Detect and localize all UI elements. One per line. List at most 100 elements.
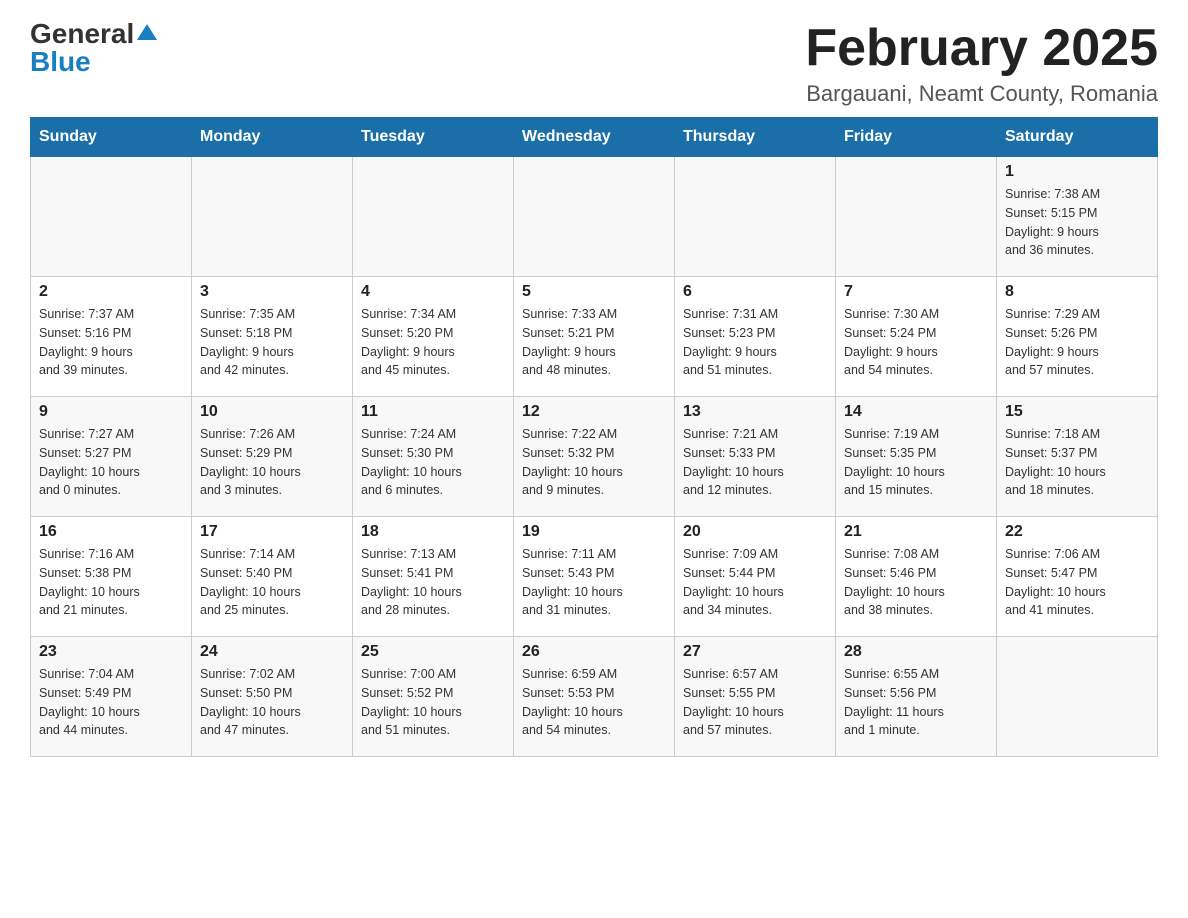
- calendar-table: SundayMondayTuesdayWednesdayThursdayFrid…: [30, 117, 1158, 757]
- calendar-cell: 25Sunrise: 7:00 AM Sunset: 5:52 PM Dayli…: [353, 637, 514, 757]
- calendar-cell: 17Sunrise: 7:14 AM Sunset: 5:40 PM Dayli…: [192, 517, 353, 637]
- day-number: 8: [1005, 283, 1149, 301]
- weekday-tuesday: Tuesday: [353, 118, 514, 157]
- weekday-header-row: SundayMondayTuesdayWednesdayThursdayFrid…: [31, 118, 1158, 157]
- day-number: 15: [1005, 403, 1149, 421]
- day-info: Sunrise: 7:09 AM Sunset: 5:44 PM Dayligh…: [683, 545, 827, 620]
- calendar-cell: 13 Sunrise: 7:21 AM Sunset: 5:33 PM Dayli…: [675, 397, 836, 517]
- day-number: 27: [683, 643, 827, 661]
- day-info: Sunrise: 7:31 AM Sunset: 5:23 PM Dayligh…: [683, 305, 827, 380]
- calendar-cell: 9 Sunrise: 7:27 AM Sunset: 5:27 PM Daylig…: [31, 397, 192, 517]
- day-number: 6: [683, 283, 827, 301]
- day-number: 4: [361, 283, 505, 301]
- day-number: 5: [522, 283, 666, 301]
- calendar-row: 23 Sunrise: 7:04 AM Sunset: 5:49 PM Dayli…: [31, 637, 1158, 757]
- day-number: 9: [39, 403, 183, 421]
- day-info: Sunrise: 7:29 AM Sunset: 5:26 PM Dayligh…: [1005, 305, 1149, 380]
- day-info: Sunrise: 7:08 AM Sunset: 5:46 PM Dayligh…: [844, 545, 988, 620]
- calendar-cell: 15Sunrise: 7:18 AM Sunset: 5:37 PM Dayli…: [997, 397, 1158, 517]
- calendar-cell: 1 Sunrise: 7:38 AM Sunset: 5:15 PM Daylig…: [997, 157, 1158, 277]
- calendar-cell: 27 Sunrise: 6:57 AM Sunset: 5:55 PM Dayli…: [675, 637, 836, 757]
- calendar-cell: 26Sunrise: 6:59 AM Sunset: 5:53 PM Dayli…: [514, 637, 675, 757]
- day-number: 14: [844, 403, 988, 421]
- day-info: Sunrise: 7:30 AM Sunset: 5:24 PM Dayligh…: [844, 305, 988, 380]
- calendar-cell: 21 Sunrise: 7:08 AM Sunset: 5:46 PM Dayli…: [836, 517, 997, 637]
- calendar-cell: 7 Sunrise: 7:30 AM Sunset: 5:24 PM Daylig…: [836, 277, 997, 397]
- day-info: Sunrise: 6:59 AM Sunset: 5:53 PM Dayligh…: [522, 665, 666, 740]
- calendar-cell: 8 Sunrise: 7:29 AM Sunset: 5:26 PM Daylig…: [997, 277, 1158, 397]
- calendar-cell: 12 Sunrise: 7:22 AM Sunset: 5:32 PM Dayli…: [514, 397, 675, 517]
- day-number: 2: [39, 283, 183, 301]
- day-number: 13: [683, 403, 827, 421]
- calendar-row: 2 Sunrise: 7:37 AM Sunset: 5:16 PM Daylig…: [31, 277, 1158, 397]
- day-number: 17: [200, 523, 344, 541]
- day-info: Sunrise: 7:00 AM Sunset: 5:52 PM Dayligh…: [361, 665, 505, 740]
- logo: General Blue: [30, 20, 158, 76]
- logo-triangle-icon: [136, 21, 158, 43]
- day-info: Sunrise: 6:57 AM Sunset: 5:55 PM Dayligh…: [683, 665, 827, 740]
- calendar-cell: 23 Sunrise: 7:04 AM Sunset: 5:49 PM Dayli…: [31, 637, 192, 757]
- day-info: Sunrise: 7:22 AM Sunset: 5:32 PM Dayligh…: [522, 425, 666, 500]
- day-info: Sunrise: 6:55 AM Sunset: 5:56 PM Dayligh…: [844, 665, 988, 740]
- day-info: Sunrise: 7:37 AM Sunset: 5:16 PM Dayligh…: [39, 305, 183, 380]
- calendar-cell: [353, 157, 514, 277]
- calendar-cell: 22 Sunrise: 7:06 AM Sunset: 5:47 PM Dayli…: [997, 517, 1158, 637]
- calendar-cell: 6 Sunrise: 7:31 AM Sunset: 5:23 PM Daylig…: [675, 277, 836, 397]
- day-number: 22: [1005, 523, 1149, 541]
- calendar-cell: 19Sunrise: 7:11 AM Sunset: 5:43 PM Dayli…: [514, 517, 675, 637]
- calendar-cell: [31, 157, 192, 277]
- calendar-cell: 2 Sunrise: 7:37 AM Sunset: 5:16 PM Daylig…: [31, 277, 192, 397]
- day-info: Sunrise: 7:26 AM Sunset: 5:29 PM Dayligh…: [200, 425, 344, 500]
- day-number: 24: [200, 643, 344, 661]
- calendar-row: 9 Sunrise: 7:27 AM Sunset: 5:27 PM Daylig…: [31, 397, 1158, 517]
- weekday-sunday: Sunday: [31, 118, 192, 157]
- day-info: Sunrise: 7:16 AM Sunset: 5:38 PM Dayligh…: [39, 545, 183, 620]
- day-number: 12: [522, 403, 666, 421]
- day-info: Sunrise: 7:21 AM Sunset: 5:33 PM Dayligh…: [683, 425, 827, 500]
- day-info: Sunrise: 7:19 AM Sunset: 5:35 PM Dayligh…: [844, 425, 988, 500]
- weekday-friday: Friday: [836, 118, 997, 157]
- day-number: 18: [361, 523, 505, 541]
- calendar-body: 1 Sunrise: 7:38 AM Sunset: 5:15 PM Daylig…: [31, 157, 1158, 757]
- day-info: Sunrise: 7:34 AM Sunset: 5:20 PM Dayligh…: [361, 305, 505, 380]
- calendar-cell: 28 Sunrise: 6:55 AM Sunset: 5:56 PM Dayli…: [836, 637, 997, 757]
- day-info: Sunrise: 7:11 AM Sunset: 5:43 PM Dayligh…: [522, 545, 666, 620]
- calendar-row: 16 Sunrise: 7:16 AM Sunset: 5:38 PM Dayli…: [31, 517, 1158, 637]
- calendar-cell: [192, 157, 353, 277]
- calendar-cell: 16 Sunrise: 7:16 AM Sunset: 5:38 PM Dayli…: [31, 517, 192, 637]
- calendar-cell: 20 Sunrise: 7:09 AM Sunset: 5:44 PM Dayli…: [675, 517, 836, 637]
- weekday-thursday: Thursday: [675, 118, 836, 157]
- day-number: 23: [39, 643, 183, 661]
- weekday-monday: Monday: [192, 118, 353, 157]
- calendar-cell: 18 Sunrise: 7:13 AM Sunset: 5:41 PM Dayli…: [353, 517, 514, 637]
- day-number: 7: [844, 283, 988, 301]
- day-info: Sunrise: 7:35 AM Sunset: 5:18 PM Dayligh…: [200, 305, 344, 380]
- calendar-cell: 10 Sunrise: 7:26 AM Sunset: 5:29 PM Dayli…: [192, 397, 353, 517]
- calendar-cell: 4 Sunrise: 7:34 AM Sunset: 5:20 PM Daylig…: [353, 277, 514, 397]
- logo-blue-text: Blue: [30, 48, 91, 76]
- day-info: Sunrise: 7:27 AM Sunset: 5:27 PM Dayligh…: [39, 425, 183, 500]
- day-info: Sunrise: 7:06 AM Sunset: 5:47 PM Dayligh…: [1005, 545, 1149, 620]
- day-number: 28: [844, 643, 988, 661]
- calendar-cell: [675, 157, 836, 277]
- day-number: 16: [39, 523, 183, 541]
- day-info: Sunrise: 7:38 AM Sunset: 5:15 PM Dayligh…: [1005, 185, 1149, 260]
- page-header: General Blue February 2025 Bargauani, Ne…: [30, 20, 1158, 107]
- weekday-wednesday: Wednesday: [514, 118, 675, 157]
- calendar-header: SundayMondayTuesdayWednesdayThursdayFrid…: [31, 118, 1158, 157]
- day-info: Sunrise: 7:24 AM Sunset: 5:30 PM Dayligh…: [361, 425, 505, 500]
- subtitle: Bargauani, Neamt County, Romania: [805, 81, 1158, 107]
- day-number: 10: [200, 403, 344, 421]
- day-info: Sunrise: 7:13 AM Sunset: 5:41 PM Dayligh…: [361, 545, 505, 620]
- calendar-cell: 3Sunrise: 7:35 AM Sunset: 5:18 PM Daylig…: [192, 277, 353, 397]
- day-info: Sunrise: 7:04 AM Sunset: 5:49 PM Dayligh…: [39, 665, 183, 740]
- day-number: 11: [361, 403, 505, 421]
- calendar-row: 1 Sunrise: 7:38 AM Sunset: 5:15 PM Daylig…: [31, 157, 1158, 277]
- calendar-cell: [836, 157, 997, 277]
- day-number: 21: [844, 523, 988, 541]
- calendar-cell: 11 Sunrise: 7:24 AM Sunset: 5:30 PM Dayli…: [353, 397, 514, 517]
- main-title: February 2025: [805, 20, 1158, 77]
- day-number: 1: [1005, 163, 1149, 181]
- day-info: Sunrise: 7:33 AM Sunset: 5:21 PM Dayligh…: [522, 305, 666, 380]
- day-number: 20: [683, 523, 827, 541]
